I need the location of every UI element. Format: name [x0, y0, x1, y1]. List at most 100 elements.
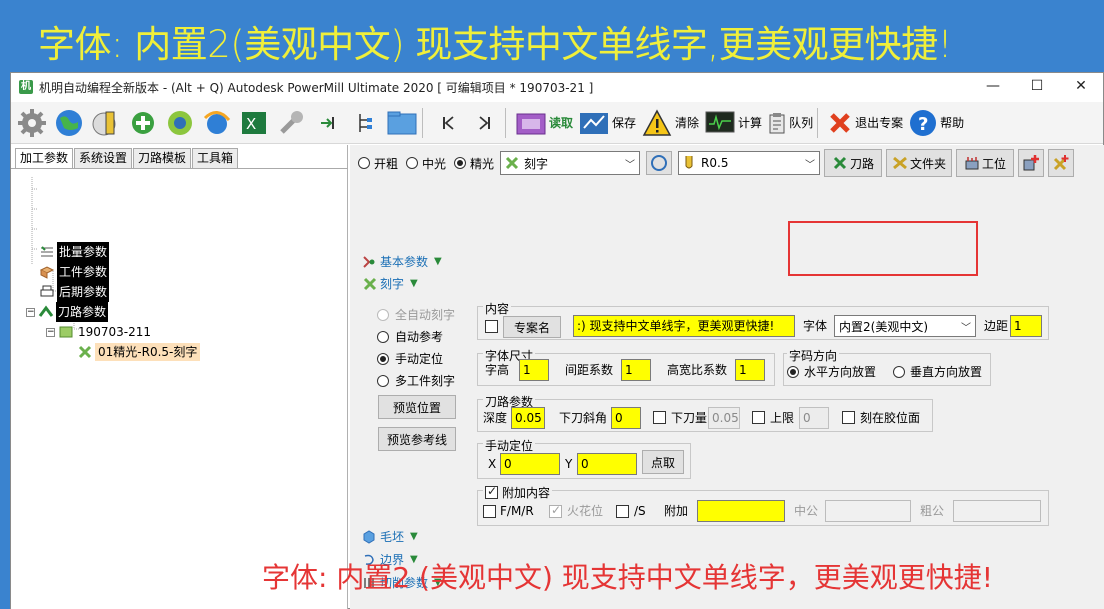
strategy-select[interactable]: 刻字 ﹀	[500, 151, 641, 175]
calc-button[interactable]: 计算	[705, 107, 762, 139]
toolpath-button[interactable]: 刀路	[824, 149, 883, 177]
tree-item-toolpath[interactable]: − 刀路参数	[26, 302, 109, 322]
folder-button[interactable]: 文件夹	[886, 149, 953, 177]
margin-input[interactable]: 1	[1010, 315, 1042, 337]
import-icon[interactable]	[311, 106, 344, 139]
manual-pos-option[interactable]: 手动定位	[377, 350, 443, 367]
finish-radio[interactable]	[454, 157, 467, 169]
male-label: 中公	[794, 504, 819, 518]
folder-icon[interactable]	[385, 106, 418, 139]
exit-expert-button[interactable]: 退出专案	[828, 107, 903, 139]
gear-icon[interactable]	[15, 106, 48, 139]
add-green-button[interactable]	[1048, 149, 1075, 177]
group-input[interactable]	[953, 500, 1041, 522]
warning-icon	[642, 108, 672, 136]
tree-item-batch[interactable]: 批量参数	[39, 242, 110, 262]
save-button[interactable]: 保存	[579, 107, 636, 139]
section-blank[interactable]: 毛坯 ▼	[362, 528, 418, 545]
on-glue-checkbox[interactable]	[842, 411, 855, 424]
font-select[interactable]: 内置2(美观中文) ﹀	[834, 315, 976, 337]
collapse-icon[interactable]: −	[46, 327, 55, 337]
close-button[interactable]: ✕	[1059, 73, 1103, 101]
last-icon[interactable]	[468, 106, 501, 139]
minimize-button[interactable]: —	[971, 73, 1015, 101]
section-engrave[interactable]: 刻字 ▼	[362, 275, 418, 292]
y-input[interactable]: 0	[577, 453, 637, 475]
section-basic-params[interactable]: 基本参数 ▼	[362, 253, 442, 270]
spacing-input[interactable]: 1	[621, 359, 651, 381]
vertical-option[interactable]: 垂直方向放置	[893, 363, 982, 380]
extra-checkbox[interactable]	[485, 484, 498, 499]
tool-shape-button[interactable]	[646, 151, 673, 175]
height-input[interactable]: 1	[519, 359, 549, 381]
first-icon[interactable]	[431, 106, 464, 139]
queue-button[interactable]: 队列	[768, 107, 813, 139]
direction-title: 字码方向	[787, 347, 840, 364]
project-name-button[interactable]: 专案名	[503, 316, 561, 338]
slash-s-checkbox[interactable]	[616, 505, 629, 518]
help-button[interactable]: ? 帮助	[909, 107, 964, 139]
slash-s-label: /S	[634, 504, 646, 518]
multi-work-radio[interactable]	[377, 374, 389, 387]
clear-button[interactable]: 清除	[642, 107, 699, 139]
x-input[interactable]: 0	[500, 453, 560, 475]
tree-item-post[interactable]: 后期参数	[39, 282, 110, 302]
preview-position-button[interactable]: 预览位置	[378, 395, 456, 419]
tab-system-settings[interactable]: 系统设置	[74, 148, 133, 168]
load-button[interactable]: 读取	[516, 107, 573, 139]
add-op-button[interactable]	[1018, 149, 1045, 177]
settings-green-icon[interactable]	[163, 106, 196, 139]
engrave-icon	[363, 277, 377, 290]
collapse-icon[interactable]: −	[26, 307, 35, 317]
tree-item-workpiece[interactable]: 工件参数	[39, 262, 110, 282]
auto-ref-option[interactable]: 自动参考	[377, 328, 443, 345]
workstation-button[interactable]: 工位	[956, 149, 1015, 177]
extra-title[interactable]: 附加内容	[483, 484, 553, 501]
depth-input[interactable]: 0.05	[511, 407, 545, 429]
project-icon	[59, 326, 73, 338]
multi-work-option[interactable]: 多工件刻字	[377, 372, 455, 389]
ie-icon[interactable]	[200, 106, 233, 139]
tab-machining-params[interactable]: 加工参数	[15, 148, 74, 169]
tab-toolbox[interactable]: 工具箱	[192, 148, 239, 168]
excel-icon[interactable]: X	[237, 106, 270, 139]
auto-ref-radio[interactable]	[377, 330, 389, 343]
horizontal-option[interactable]: 水平方向放置	[787, 363, 876, 380]
disk-tool-icon[interactable]	[89, 106, 122, 139]
manual-pos-radio[interactable]	[377, 352, 389, 365]
upper-checkbox[interactable]	[752, 411, 765, 424]
tool-select[interactable]: R0.5 ﹀	[678, 151, 821, 175]
content-text-input[interactable]: :) 现支持中文单线字，更美观更快捷!	[573, 315, 795, 337]
tree-structure-icon[interactable]	[348, 106, 381, 139]
ratio-input[interactable]: 1	[735, 359, 765, 381]
pick-button[interactable]: 点取	[642, 450, 684, 474]
fmr-checkbox[interactable]	[483, 505, 496, 518]
tree-item-project[interactable]: − 190703-211	[46, 322, 153, 342]
auto-engrave-radio[interactable]	[377, 308, 389, 321]
tree-item-engrave-op[interactable]: 01精光-R0.5-刻字	[77, 342, 201, 362]
auto-engrave-option[interactable]: 全自动刻字	[377, 306, 455, 323]
upper-input[interactable]: 0	[799, 407, 829, 429]
tree-label-post: 后期参数	[57, 282, 110, 302]
ramp-input[interactable]: 0	[611, 407, 641, 429]
section-engrave-label: 刻字	[380, 277, 405, 291]
add-label: 附加	[664, 504, 689, 518]
globe-icon[interactable]	[52, 106, 85, 139]
folder-button-label: 文件夹	[910, 156, 947, 171]
plunge-checkbox[interactable]	[653, 411, 666, 424]
horizontal-radio[interactable]	[787, 365, 799, 378]
maximize-button[interactable]: ☐	[1015, 73, 1059, 101]
content-checkbox[interactable]	[485, 320, 498, 333]
spark-checkbox[interactable]	[549, 503, 562, 518]
rough-radio[interactable]	[358, 157, 370, 169]
wrench-icon[interactable]	[274, 106, 307, 139]
add-input[interactable]	[697, 500, 785, 522]
male-input[interactable]	[825, 500, 911, 522]
plunge-input[interactable]: 0.05	[708, 407, 740, 429]
preview-reference-button[interactable]: 预览参考线	[378, 427, 456, 451]
ratio-label: 高宽比系数	[667, 363, 728, 377]
add-icon[interactable]	[126, 106, 159, 139]
tab-toolpath-template[interactable]: 刀路模板	[133, 148, 192, 168]
vertical-radio[interactable]	[893, 365, 905, 378]
medium-radio[interactable]	[406, 157, 419, 169]
